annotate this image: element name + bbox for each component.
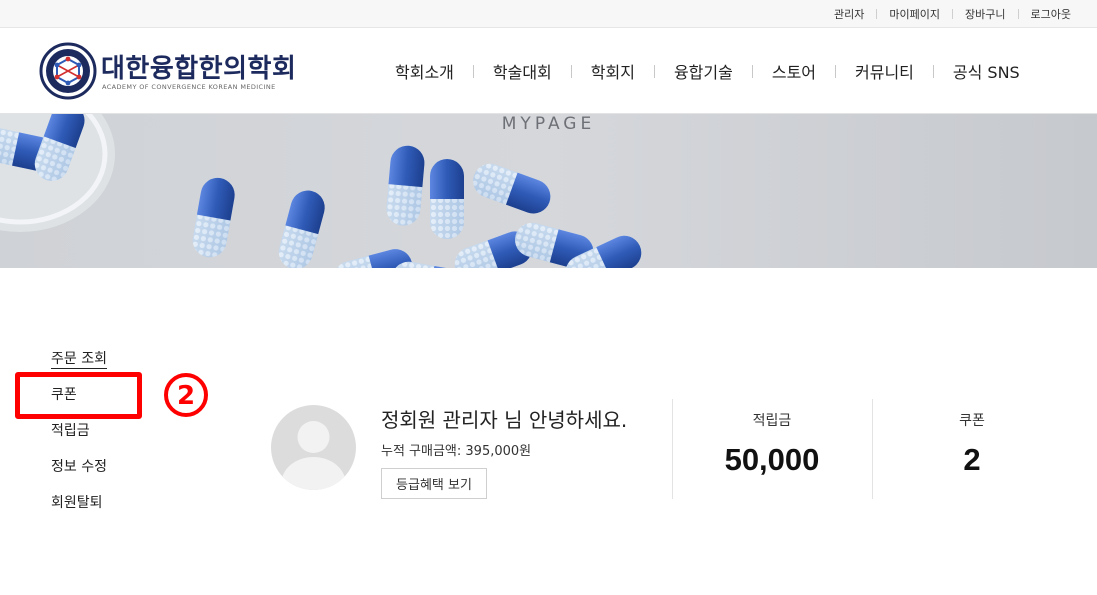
utility-link-admin[interactable]: 관리자: [834, 6, 864, 22]
nav-item-community[interactable]: 커뮤니티: [816, 59, 914, 83]
main-nav: 학회소개 학술대회 학회지 융합기술 스토어 커뮤니티 공식 SNS: [395, 28, 1020, 114]
coupon-summary[interactable]: 쿠폰 2: [872, 410, 1072, 478]
nav-item-journal[interactable]: 학회지: [552, 59, 635, 83]
side-menu-edit-info[interactable]: 정보 수정: [51, 456, 107, 492]
page-banner: MYPAGE: [0, 114, 1097, 268]
greeting-text: 정회원 관리자 님 안녕하세요.: [381, 408, 628, 432]
points-summary[interactable]: 적립금 50,000: [672, 410, 872, 478]
step-number-badge: 2: [164, 373, 208, 417]
nav-item-about[interactable]: 학회소개: [395, 59, 454, 83]
banner-capsules-image: [0, 114, 1097, 268]
side-menu-orders-label: 주문 조회: [51, 351, 107, 369]
nav-item-convergence-tech[interactable]: 융합기술: [635, 59, 733, 83]
svg-text:2: 2: [177, 381, 195, 411]
total-purchase-text: 누적 구매금액: 395,000원: [381, 444, 532, 459]
side-menu-withdraw-label: 회원탈퇴: [51, 495, 103, 511]
nav-item-store[interactable]: 스토어: [733, 59, 816, 83]
utility-link-cart[interactable]: 장바구니: [940, 6, 1005, 22]
utility-link-logout[interactable]: 로그아웃: [1006, 6, 1071, 22]
points-label: 적립금: [752, 413, 792, 429]
user-silhouette-icon: [281, 421, 346, 490]
utility-bar: 관리자 마이페이지 장바구니 로그아웃: [0, 0, 1097, 28]
grade-benefits-button[interactable]: 등급혜택 보기: [381, 468, 487, 499]
nav-item-conference[interactable]: 학술대회: [454, 59, 552, 83]
avatar: [271, 405, 356, 490]
utility-link-mypage[interactable]: 마이페이지: [864, 6, 940, 22]
side-menu-points-label: 적립금: [51, 423, 90, 439]
side-menu-withdraw[interactable]: 회원탈퇴: [51, 492, 107, 528]
logo-title[interactable]: 대한융합한의학회: [101, 48, 296, 85]
banner-title: MYPAGE: [501, 114, 596, 134]
side-menu-edit-info-label: 정보 수정: [51, 459, 107, 475]
logo-emblem-icon[interactable]: [36, 42, 100, 100]
highlight-box: [15, 372, 142, 419]
side-menu-points[interactable]: 적립금: [51, 420, 107, 456]
coupon-label: 쿠폰: [959, 413, 985, 429]
nav-item-sns[interactable]: 공식 SNS: [914, 59, 1020, 83]
utility-nav: 관리자 마이페이지 장바구니 로그아웃: [834, 0, 1071, 28]
points-value: 50,000: [724, 442, 820, 477]
logo-subtitle: ACADEMY OF CONVERGENCE KOREAN MEDICINE: [102, 83, 276, 91]
site-header: 대한융합한의학회 ACADEMY OF CONVERGENCE KOREAN M…: [0, 28, 1097, 114]
coupon-value: 2: [963, 442, 981, 477]
